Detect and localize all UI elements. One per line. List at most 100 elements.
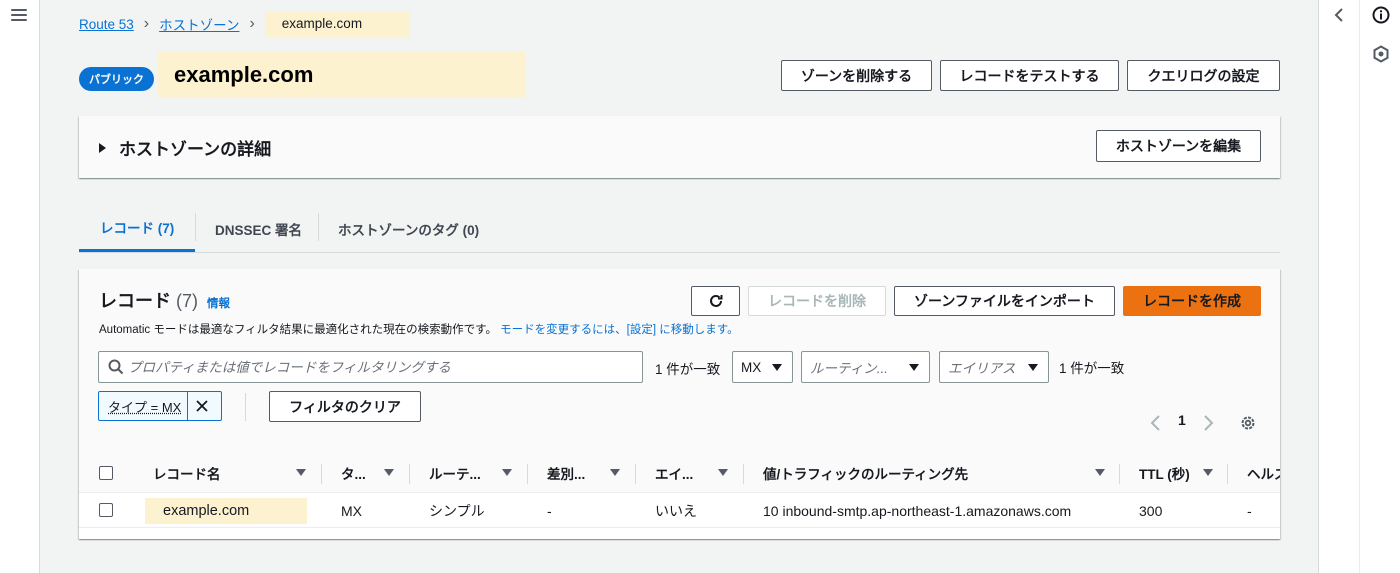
tab-bar: レコード (7) DNSSEC 署名 ホストゾーンのタグ (0)	[79, 205, 1280, 253]
breadcrumb: Route 53 › ホストゾーン › example.com	[79, 10, 411, 38]
col-header-differentiator[interactable]: 差別...	[547, 454, 585, 492]
public-badge: パブリック	[79, 67, 154, 91]
record-name-cell: example.com	[145, 498, 307, 524]
records-heading: レコード (7) 情報	[99, 287, 230, 313]
caret-right-icon	[99, 142, 106, 153]
change-mode-link[interactable]: モードを変更するには、[設定] に移動します。	[500, 324, 738, 336]
match-count-1: 1 件が一致	[655, 362, 721, 377]
sort-caret-icon[interactable]	[1095, 469, 1105, 476]
info-link[interactable]: 情報	[207, 295, 230, 311]
caret-down-icon	[772, 363, 782, 371]
tab-tags[interactable]: ホストゾーンのタグ (0)	[317, 205, 500, 252]
records-table-header: レコード名 タ... ルーテ... 差別... エイ... 値/トラフィックのル…	[79, 454, 1280, 492]
filter-token-label[interactable]: タイプ = MX	[99, 392, 189, 420]
col-header-value[interactable]: 値/トラフィックのルーティング先	[763, 454, 968, 492]
column-divider	[743, 464, 744, 484]
column-divider	[409, 464, 410, 484]
column-divider	[1119, 464, 1120, 484]
refresh-icon	[709, 294, 722, 307]
col-header-routing[interactable]: ルーテ...	[429, 454, 481, 492]
filter-token: タイプ = MX	[98, 391, 222, 421]
sort-caret-icon[interactable]	[1203, 469, 1213, 476]
breadcrumb-current: example.com	[264, 11, 411, 37]
table-row[interactable]: example.com MX シンプル - いいえ 10 inbound-smt…	[79, 492, 1280, 528]
refresh-button[interactable]	[691, 286, 740, 316]
remove-token-icon[interactable]	[188, 392, 216, 420]
clear-filter-button[interactable]: フィルタのクリア	[269, 391, 421, 422]
details-expander[interactable]: ホストゾーンの詳細	[99, 135, 271, 160]
col-header-record-name[interactable]: レコード名	[153, 454, 221, 492]
col-header-ttl[interactable]: TTL (秒)	[1139, 454, 1190, 492]
edit-hosted-zone-button[interactable]: ホストゾーンを編集	[1096, 130, 1261, 162]
test-record-button[interactable]: レコードをテストする	[940, 60, 1119, 91]
next-page-icon[interactable]	[1201, 414, 1215, 432]
record-differentiator-cell: -	[547, 503, 552, 519]
record-value-cell: 10 inbound-smtp.ap-northeast-1.amazonaws…	[763, 503, 1072, 519]
column-divider	[635, 464, 636, 484]
tab-dnssec[interactable]: DNSSEC 署名	[194, 205, 323, 252]
record-search-box	[98, 351, 643, 383]
records-panel: レコード (7) 情報 レコードを削除 ゾーンファイルをインポート レコードを作…	[79, 269, 1280, 539]
delete-zone-button[interactable]: ゾーンを削除する	[781, 60, 932, 91]
sort-caret-icon[interactable]	[296, 469, 306, 476]
type-select-value: MX	[741, 359, 762, 375]
routing-select-value: ルーティン...	[810, 361, 888, 376]
select-all-checkbox[interactable]	[99, 466, 113, 480]
column-divider	[527, 464, 528, 484]
info-circle-icon[interactable]	[1371, 5, 1391, 25]
col-header-type[interactable]: タ...	[341, 454, 366, 492]
hexagon-help-icon[interactable]	[1371, 44, 1391, 64]
page-title-highlight: example.com	[158, 52, 525, 98]
column-divider	[1227, 464, 1228, 484]
caret-down-icon	[1028, 363, 1038, 371]
page-title: example.com	[174, 62, 314, 87]
record-search-input[interactable]	[124, 352, 642, 382]
col-header-health[interactable]: ヘルス	[1247, 454, 1280, 492]
match-count-2: 1 件が一致	[1059, 361, 1125, 376]
sort-caret-icon[interactable]	[718, 469, 728, 476]
chevron-right-icon: ›	[143, 15, 150, 32]
rail-divider	[1359, 0, 1360, 573]
col-header-alias[interactable]: エイ...	[655, 454, 693, 492]
records-count: (7)	[176, 291, 198, 311]
chevron-right-icon: ›	[249, 15, 255, 32]
hosted-zone-details-panel: ホストゾーンの詳細 ホストゾーンを編集	[79, 116, 1280, 178]
column-divider	[321, 464, 322, 484]
sort-caret-icon[interactable]	[610, 469, 620, 476]
current-page[interactable]: 1	[1178, 412, 1186, 428]
query-log-settings-button[interactable]: クエリログの設定	[1127, 60, 1280, 91]
row-checkbox[interactable]	[99, 503, 113, 517]
settings-gear-icon[interactable]	[1239, 414, 1257, 432]
type-select[interactable]: MX	[732, 351, 793, 383]
record-health-cell: -	[1247, 503, 1252, 519]
alias-select[interactable]: エイリアス	[939, 351, 1049, 383]
collapse-chevron-icon[interactable]	[1331, 6, 1349, 24]
import-zone-file-button[interactable]: ゾーンファイルをインポート	[894, 286, 1115, 316]
records-description: Automatic モードは最適なフィルタ結果に最適化された現在の検索動作です。…	[99, 321, 739, 337]
caret-down-icon	[909, 363, 919, 371]
record-routing-cell: シンプル	[429, 503, 485, 519]
record-type-cell: MX	[341, 503, 362, 519]
left-nav-rail	[0, 0, 40, 573]
right-tools-rail	[1318, 0, 1400, 573]
routing-policy-select[interactable]: ルーティン...	[801, 351, 930, 383]
description-text: Automatic モードは最適なフィルタ結果に最適化された現在の検索動作です。	[99, 324, 497, 336]
record-alias-cell: いいえ	[655, 503, 697, 519]
tab-records[interactable]: レコード (7)	[79, 205, 196, 252]
delete-record-button[interactable]: レコードを削除	[748, 286, 886, 316]
create-record-button[interactable]: レコードを作成	[1123, 286, 1261, 316]
details-title: ホストゾーンの詳細	[119, 140, 272, 159]
search-icon	[108, 359, 124, 375]
filter-divider	[245, 393, 246, 421]
alias-select-value: エイリアス	[948, 361, 1016, 376]
record-ttl-cell: 300	[1139, 503, 1163, 519]
sort-caret-icon[interactable]	[502, 469, 512, 476]
records-title: レコード	[99, 291, 171, 311]
breadcrumb-hosted-zones[interactable]: ホストゾーン	[159, 14, 239, 34]
records-header: レコード (7) 情報 レコードを削除 ゾーンファイルをインポート レコードを作…	[79, 269, 1280, 454]
main-content: Route 53 › ホストゾーン › example.com パブリック ex…	[40, 0, 1318, 573]
hamburger-menu-icon[interactable]	[11, 9, 27, 23]
breadcrumb-route53[interactable]: Route 53	[79, 17, 134, 32]
prev-page-icon[interactable]	[1149, 414, 1163, 432]
sort-caret-icon[interactable]	[384, 469, 394, 476]
